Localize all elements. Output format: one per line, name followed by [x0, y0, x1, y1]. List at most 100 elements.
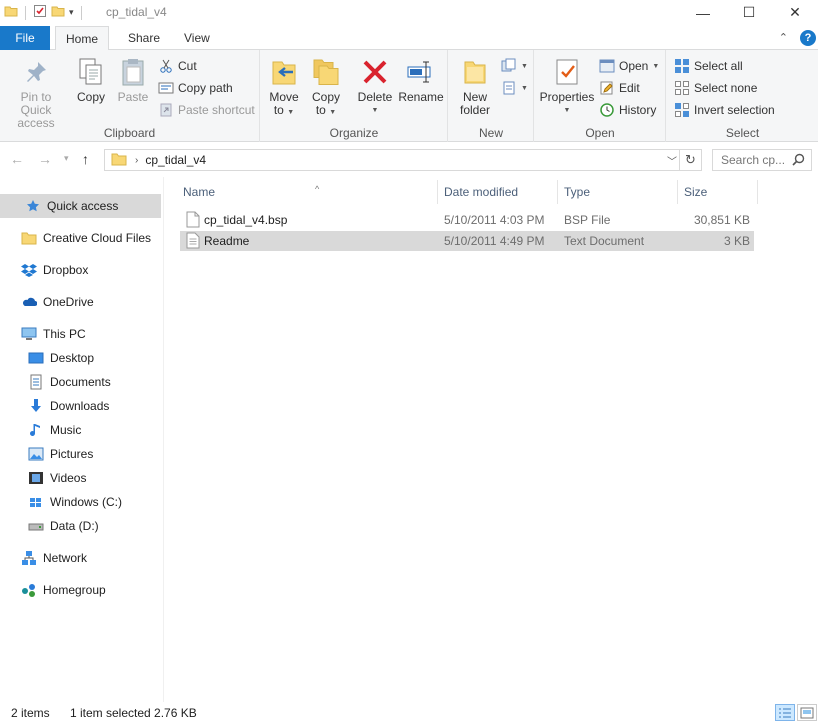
open-dropdown-icon: ▼	[652, 62, 660, 70]
select-group-label: Select	[725, 126, 760, 140]
tab-file[interactable]: File	[0, 26, 50, 50]
back-arrow-icon[interactable]: ←	[10, 151, 24, 167]
address-dropdown-icon[interactable]: ﹀	[667, 153, 677, 168]
properties-icon[interactable]	[33, 4, 47, 21]
open-label: Open	[619, 59, 649, 73]
file-list: Name ^ Date modified Type Size cp_tidal_…	[165, 177, 818, 702]
copy-to-button[interactable]: Copy to ▼	[309, 56, 343, 119]
details-view-button[interactable]	[775, 704, 795, 721]
large-icons-view-button[interactable]	[797, 704, 817, 721]
file-size: 30,851 KB	[693, 213, 750, 227]
file-name: cp_tidal_v4.bsp	[204, 213, 288, 227]
recent-locations-icon[interactable]: ▾	[64, 153, 69, 164]
sidebar-item-dropbox[interactable]: Dropbox	[0, 258, 161, 282]
paste-shortcut-button[interactable]: Paste shortcut	[158, 100, 255, 120]
new-folder-label-line2: folder	[459, 103, 491, 117]
select-all-label: Select all	[694, 59, 743, 73]
forward-arrow-icon[interactable]: →	[38, 151, 52, 167]
sidebar-item-data-d[interactable]: Data (D:)	[0, 514, 161, 538]
sidebar-item-label: OneDrive	[43, 295, 94, 309]
sidebar-item-music[interactable]: Music	[0, 418, 161, 442]
desktop-icon	[28, 350, 44, 366]
sidebar-item-homegroup[interactable]: Homegroup	[0, 578, 161, 602]
customize-toolbar-icon[interactable]: ▾	[69, 7, 74, 18]
column-header-date[interactable]: Date modified	[438, 180, 558, 204]
properties-dropdown-icon[interactable]: ▼	[564, 104, 571, 117]
details-view-icon	[779, 708, 791, 717]
tab-home[interactable]: Home	[55, 26, 109, 51]
sidebar-item-label: Downloads	[50, 399, 110, 413]
help-button[interactable]: ?	[800, 30, 816, 46]
sidebar-item-network[interactable]: Network	[0, 546, 161, 570]
address-toolbar: ← → ▾ ↑ › cp_tidal_v4 ﹀ ↻ Search cp...	[0, 143, 818, 177]
column-name-label: Name	[183, 185, 216, 199]
easy-access-button[interactable]: ▼	[501, 78, 528, 98]
sidebar-item-documents[interactable]: Documents	[0, 370, 161, 394]
sidebar-item-pictures[interactable]: Pictures	[0, 442, 161, 466]
table-row[interactable]: Readme 5/10/2011 4:49 PM Text Document 3…	[180, 231, 754, 251]
address-bar[interactable]: › cp_tidal_v4 ﹀ ↻	[104, 149, 702, 171]
title-bar: ▾ cp_tidal_v4 — ☐ ✕	[0, 0, 818, 25]
close-button[interactable]: ✕	[772, 0, 818, 25]
properties-label: Properties	[539, 90, 595, 104]
window-title: cp_tidal_v4	[106, 5, 167, 19]
file-size: 3 KB	[723, 234, 750, 248]
edit-button[interactable]: Edit	[599, 78, 640, 98]
invert-selection-button[interactable]: Invert selection	[674, 100, 775, 120]
tab-share[interactable]: Share	[116, 26, 172, 50]
history-button[interactable]: History	[599, 100, 656, 120]
paste-shortcut-icon	[158, 102, 174, 118]
tab-view[interactable]: View	[172, 26, 222, 50]
properties-button[interactable]: Properties ▼	[539, 56, 595, 117]
column-header-type[interactable]: Type	[558, 180, 678, 204]
file-type: BSP File	[564, 213, 611, 227]
sidebar-item-videos[interactable]: Videos	[0, 466, 161, 490]
sidebar-item-downloads[interactable]: Downloads	[0, 394, 161, 418]
column-header-size[interactable]: Size	[678, 180, 758, 204]
delete-button[interactable]: Delete ▼	[357, 56, 393, 117]
search-input[interactable]: Search cp...	[712, 149, 812, 171]
refresh-icon[interactable]: ↻	[679, 150, 701, 170]
clipboard-group: Pin to Quick access Copy Paste Cut Copy …	[0, 50, 260, 142]
new-folder-button[interactable]: New folder	[457, 56, 493, 117]
folder-icon[interactable]	[4, 4, 18, 21]
open-group: Properties ▼ Open ▼ Edit History Open	[535, 50, 666, 142]
sidebar-item-label: Windows (C:)	[50, 495, 123, 509]
copy-path-label: Copy path	[178, 81, 233, 95]
new-item-button[interactable]: ▼	[501, 56, 528, 76]
minimize-button[interactable]: —	[680, 0, 726, 25]
sidebar-item-quick-access[interactable]: Quick access	[0, 194, 161, 218]
cut-button[interactable]: Cut	[158, 56, 197, 76]
sidebar-item-desktop[interactable]: Desktop	[0, 346, 161, 370]
sidebar-item-this-pc[interactable]: This PC	[0, 322, 161, 346]
column-header-name[interactable]: Name ^	[177, 180, 438, 204]
edit-label: Edit	[619, 81, 640, 95]
item-count: 2 items	[11, 706, 50, 720]
file-icon	[186, 211, 200, 231]
up-arrow-icon[interactable]: ↑	[82, 151, 89, 167]
delete-dropdown-icon[interactable]: ▼	[372, 104, 379, 117]
sidebar-item-onedrive[interactable]: OneDrive	[0, 290, 161, 314]
select-none-button[interactable]: Select none	[674, 78, 757, 98]
open-button[interactable]: Open ▼	[599, 56, 659, 76]
maximize-button[interactable]: ☐	[726, 0, 772, 25]
sidebar-item-label: Videos	[50, 471, 87, 485]
new-folder-icon[interactable]	[51, 4, 65, 21]
paste-button[interactable]: Paste	[115, 56, 151, 104]
select-all-button[interactable]: Select all	[674, 56, 743, 76]
sidebar-item-creative-cloud[interactable]: Creative Cloud Files	[0, 226, 161, 250]
sidebar-item-label: Network	[43, 551, 88, 565]
table-row[interactable]: cp_tidal_v4.bsp 5/10/2011 4:03 PM BSP Fi…	[180, 210, 754, 230]
copy-path-button[interactable]: Copy path	[158, 78, 233, 98]
sidebar-item-windows-c[interactable]: Windows (C:)	[0, 490, 161, 514]
breadcrumb[interactable]: cp_tidal_v4	[145, 153, 206, 167]
music-note-icon	[28, 422, 44, 438]
dropbox-icon	[21, 262, 37, 278]
copy-button[interactable]: Copy	[74, 56, 108, 104]
collapse-ribbon-icon[interactable]: ⌃	[779, 31, 788, 44]
homegroup-icon	[21, 582, 37, 598]
move-to-button[interactable]: Move to ▼	[267, 56, 301, 119]
breadcrumb-chevron-icon[interactable]: ›	[135, 155, 138, 166]
pin-to-quick-access-button[interactable]: Pin to Quick access	[4, 56, 68, 130]
rename-button[interactable]: Rename	[398, 56, 444, 104]
